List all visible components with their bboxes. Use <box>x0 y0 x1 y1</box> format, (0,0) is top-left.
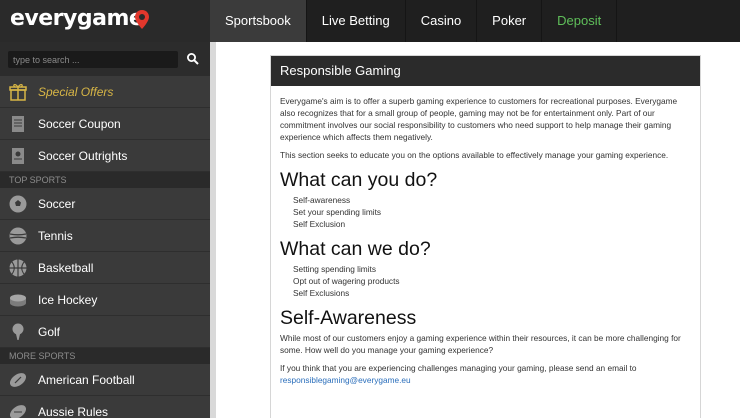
sidebar-item-soccer[interactable]: Soccer <box>0 188 210 220</box>
what-we-heading: What can we do? <box>280 238 431 260</box>
nav-live-betting[interactable]: Live Betting <box>307 0 406 42</box>
sidebar-item-label: Ice Hockey <box>38 292 98 307</box>
email-paragraph: If you think that you are experiencing c… <box>280 362 691 386</box>
outrights-icon <box>12 148 24 164</box>
email-prompt: If you think that you are experiencing c… <box>280 363 637 373</box>
top-bar: everygame Sportsbook Live Betting Casino… <box>0 0 740 42</box>
golf-ball-icon <box>12 323 24 340</box>
american-football-icon <box>9 373 27 387</box>
sidebar-item-label: Tennis <box>38 228 73 243</box>
self-awareness-paragraph: While most of our customers enjoy a gami… <box>280 333 681 355</box>
what-you-heading: What can you do? <box>280 169 438 191</box>
sidebar-list: Special Offers Soccer Coupon Soccer Outr… <box>0 76 210 418</box>
sidebar-item-aussie-rules[interactable]: Aussie Rules <box>0 396 210 418</box>
more-sports-heading: MORE SPORTS <box>0 348 210 364</box>
responsible-gaming-panel: Responsible Gaming Everygame's aim is to… <box>270 55 701 418</box>
brand-logo[interactable]: everygame <box>0 0 210 42</box>
sidebar: Special Offers Soccer Coupon Soccer Outr… <box>0 42 210 418</box>
sidebar-item-label: American Football <box>38 372 135 387</box>
sidebar-item-label: Basketball <box>38 260 94 275</box>
nav-casino[interactable]: Casino <box>406 0 478 42</box>
sidebar-item-label: Aussie Rules <box>38 404 109 418</box>
sidebar-item-ice-hockey[interactable]: Ice Hockey <box>0 284 210 316</box>
what-you-list: Self-awareness Set your spending limits … <box>280 194 691 230</box>
hockey-puck-icon <box>10 294 26 307</box>
nav-poker[interactable]: Poker <box>477 0 543 42</box>
self-awareness-heading: Self-Awareness <box>280 307 417 329</box>
email-link[interactable]: responsiblegaming@everygame.eu <box>280 375 411 385</box>
sidebar-item-golf[interactable]: Golf <box>0 316 210 348</box>
main-nav: Sportsbook Live Betting Casino Poker Dep… <box>210 0 618 42</box>
list-item: Self-awareness <box>293 195 351 205</box>
nav-sportsbook[interactable]: Sportsbook <box>210 0 307 42</box>
logo-text: everygame <box>10 6 144 31</box>
sidebar-item-american-football[interactable]: American Football <box>0 364 210 396</box>
basketball-icon <box>9 259 27 277</box>
sidebar-item-soccer-outrights[interactable]: Soccer Outrights <box>0 140 210 172</box>
sidebar-item-label: Soccer Coupon <box>38 116 121 131</box>
intro-paragraph: Everygame's aim is to offer a superb gam… <box>280 96 678 142</box>
list-item: Self Exclusions <box>293 288 350 298</box>
sidebar-item-special-offers[interactable]: Special Offers <box>0 76 210 108</box>
list-item: Setting spending limits <box>293 264 377 274</box>
soccer-ball-icon <box>9 195 27 213</box>
coupon-icon <box>12 116 24 132</box>
tennis-ball-icon <box>9 227 27 245</box>
educate-paragraph: This section seeks to educate you on the… <box>280 150 669 160</box>
list-item: Self Exclusion <box>293 219 346 229</box>
sidebar-item-label: Soccer <box>38 196 76 211</box>
list-item: Opt out of wagering products <box>293 276 400 286</box>
sidebar-item-soccer-coupon[interactable]: Soccer Coupon <box>0 108 210 140</box>
top-sports-heading: TOP SPORTS <box>0 172 210 188</box>
sidebar-item-label: Golf <box>38 324 61 339</box>
gift-icon <box>9 84 27 101</box>
location-pin-icon <box>135 10 149 29</box>
panel-title: Responsible Gaming <box>271 56 700 86</box>
main-content: Responsible Gaming Everygame's aim is to… <box>216 42 740 418</box>
sidebar-item-basketball[interactable]: Basketball <box>0 252 210 284</box>
search-input[interactable] <box>8 51 178 68</box>
sidebar-search <box>0 42 210 76</box>
sidebar-item-tennis[interactable]: Tennis <box>0 220 210 252</box>
search-icon[interactable] <box>186 52 200 66</box>
sidebar-item-label: Soccer Outrights <box>38 148 128 163</box>
nav-deposit[interactable]: Deposit <box>542 0 618 42</box>
sidebar-item-label: Special Offers <box>38 84 114 99</box>
aussie-rules-icon <box>9 405 27 418</box>
what-we-list: Setting spending limits Opt out of wager… <box>280 263 691 299</box>
panel-body: Everygame's aim is to offer a superb gam… <box>271 86 700 386</box>
list-item: Set your spending limits <box>293 207 382 217</box>
